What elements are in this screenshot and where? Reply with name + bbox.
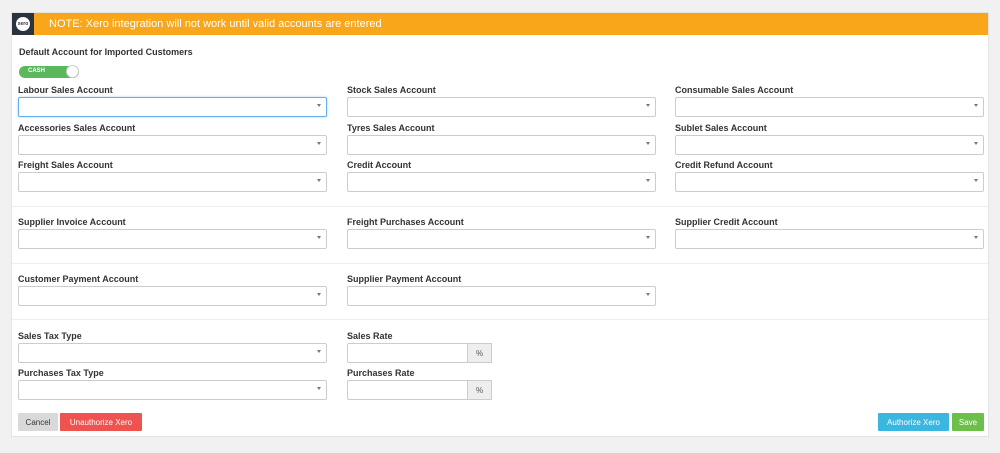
chevron-down-icon: [317, 236, 321, 239]
xero-logo-icon: xero: [16, 17, 30, 31]
supplier-invoice-select[interactable]: [18, 229, 327, 249]
accessories-sales-label: Accessories Sales Account: [18, 123, 136, 133]
sales-tax-type-label: Sales Tax Type: [18, 331, 82, 341]
customer-payment-label: Customer Payment Account: [18, 274, 139, 284]
chevron-down-icon: [974, 179, 978, 182]
sales-tax-type-select[interactable]: [18, 343, 327, 363]
chevron-down-icon: [317, 104, 321, 107]
purchases-tax-type-select[interactable]: [18, 380, 327, 400]
supplier-payment-label: Supplier Payment Account: [347, 274, 462, 284]
purchases-rate-input[interactable]: [347, 380, 468, 400]
chevron-down-icon: [317, 179, 321, 182]
consumable-sales-select[interactable]: [675, 97, 984, 117]
banner-message: NOTE: Xero integration will not work unt…: [49, 18, 382, 30]
tyres-sales-label: Tyres Sales Account: [347, 123, 435, 133]
supplier-credit-label: Supplier Credit Account: [675, 217, 778, 227]
warning-banner: xero NOTE: Xero integration will not wor…: [12, 13, 988, 35]
freight-purchases-select[interactable]: [347, 229, 656, 249]
supplier-credit-select[interactable]: [675, 229, 984, 249]
purchases-rate-label: Purchases Rate: [347, 368, 415, 378]
chevron-down-icon: [646, 179, 650, 182]
credit-label: Credit Account: [347, 160, 412, 170]
sublet-sales-select[interactable]: [675, 135, 984, 155]
authorize-xero-button[interactable]: Authorize Xero: [878, 413, 949, 431]
tyres-sales-select[interactable]: [347, 135, 656, 155]
divider: [12, 206, 988, 207]
sales-rate-percent-addon: %: [468, 343, 492, 363]
chevron-down-icon: [317, 350, 321, 353]
cancel-button[interactable]: Cancel: [18, 413, 58, 431]
sales-rate-input[interactable]: [347, 343, 468, 363]
labour-sales-label: Labour Sales Account: [18, 85, 113, 95]
cash-toggle[interactable]: CASH: [19, 65, 79, 78]
chevron-down-icon: [317, 142, 321, 145]
supplier-invoice-label: Supplier Invoice Account: [18, 217, 126, 227]
chevron-down-icon: [317, 293, 321, 296]
labour-sales-select[interactable]: [18, 97, 327, 117]
sublet-sales-label: Sublet Sales Account: [675, 123, 767, 133]
stock-sales-label: Stock Sales Account: [347, 85, 436, 95]
accessories-sales-select[interactable]: [18, 135, 327, 155]
credit-refund-label: Credit Refund Account: [675, 160, 773, 170]
chevron-down-icon: [317, 387, 321, 390]
sales-rate-label: Sales Rate: [347, 331, 393, 341]
toggle-knob[interactable]: [66, 65, 79, 78]
divider: [12, 319, 988, 320]
default-account-title: Default Account for Imported Customers: [19, 47, 193, 57]
chevron-down-icon: [974, 236, 978, 239]
purchases-rate-percent-addon: %: [468, 380, 492, 400]
credit-refund-select[interactable]: [675, 172, 984, 192]
chevron-down-icon: [974, 142, 978, 145]
xero-settings-card: xero NOTE: Xero integration will not wor…: [11, 12, 989, 437]
unauthorize-xero-button[interactable]: Unauthorize Xero: [60, 413, 142, 431]
consumable-sales-label: Consumable Sales Account: [675, 85, 794, 95]
chevron-down-icon: [646, 104, 650, 107]
chevron-down-icon: [646, 293, 650, 296]
purchases-tax-type-label: Purchases Tax Type: [18, 368, 104, 378]
save-button[interactable]: Save: [952, 413, 984, 431]
freight-sales-label: Freight Sales Account: [18, 160, 113, 170]
stock-sales-select[interactable]: [347, 97, 656, 117]
chevron-down-icon: [646, 236, 650, 239]
chevron-down-icon: [646, 142, 650, 145]
customer-payment-select[interactable]: [18, 286, 327, 306]
credit-select[interactable]: [347, 172, 656, 192]
divider: [12, 263, 988, 264]
xero-logo: xero: [12, 13, 34, 35]
freight-sales-select[interactable]: [18, 172, 327, 192]
supplier-payment-select[interactable]: [347, 286, 656, 306]
chevron-down-icon: [974, 104, 978, 107]
freight-purchases-label: Freight Purchases Account: [347, 217, 464, 227]
toggle-label: CASH: [28, 68, 46, 74]
